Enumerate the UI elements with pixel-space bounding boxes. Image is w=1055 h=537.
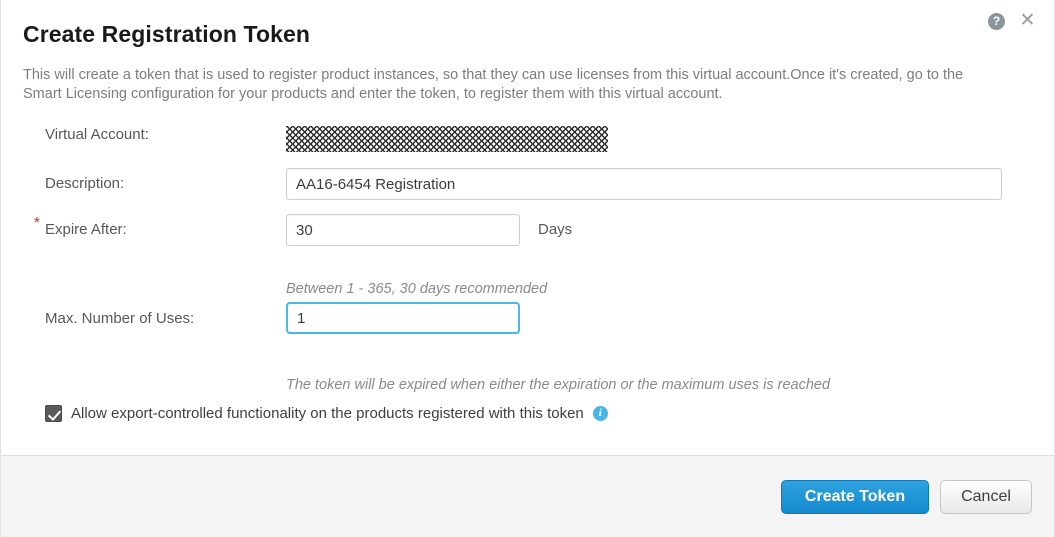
form-row-max-uses: Max. Number of Uses: <box>1 302 1055 358</box>
max-uses-label-cell: Max. Number of Uses: <box>1 302 286 336</box>
dialog-description: This will create a token that is used to… <box>23 66 983 104</box>
max-uses-field <box>286 302 520 334</box>
virtual-account-label-cell: Virtual Account: <box>1 126 286 143</box>
expire-after-hint-field: Between 1 - 365, 30 days recommended <box>286 260 547 298</box>
registration-token-form: Virtual Account: Description: * <box>1 126 1055 396</box>
form-row-expire-after-hint: Between 1 - 365, 30 days recommended <box>1 260 1055 302</box>
export-controlled-checkbox[interactable] <box>45 405 62 422</box>
expire-after-hint: Between 1 - 365, 30 days recommended <box>286 281 547 297</box>
expire-after-label-cell: * Expire After: <box>1 214 286 246</box>
dialog-footer: Create Token Cancel <box>1 455 1054 537</box>
description-field <box>286 168 1002 200</box>
create-registration-token-dialog: ? ✕ Create Registration Token This will … <box>0 0 1055 537</box>
expire-after-label: Expire After: <box>1 214 127 246</box>
required-asterisk: * <box>34 215 40 230</box>
max-uses-label: Max. Number of Uses: <box>1 302 194 336</box>
form-row-description: Description: <box>1 168 1055 214</box>
dialog-body: ? ✕ Create Registration Token This will … <box>1 0 1054 455</box>
export-controlled-row[interactable]: Allow export-controlled functionality on… <box>45 405 608 422</box>
form-row-expire-after: * Expire After: Days <box>1 214 1055 260</box>
description-input[interactable] <box>286 168 1002 200</box>
expire-after-field: Days <box>286 214 572 246</box>
max-uses-input[interactable] <box>286 302 520 334</box>
help-icon[interactable]: ? <box>988 13 1005 30</box>
cancel-button[interactable]: Cancel <box>940 480 1032 514</box>
form-row-max-uses-hint: The token will be expired when either th… <box>1 358 1055 396</box>
page-title: Create Registration Token <box>23 21 310 48</box>
description-label-cell: Description: <box>1 168 286 200</box>
expire-after-unit: Days <box>538 214 572 246</box>
form-row-virtual-account: Virtual Account: <box>1 126 1055 168</box>
close-icon[interactable]: ✕ <box>1019 13 1036 30</box>
export-controlled-label: Allow export-controlled functionality on… <box>71 405 584 422</box>
expire-after-input[interactable] <box>286 214 520 246</box>
info-icon[interactable]: i <box>593 406 608 421</box>
max-uses-hint: The token will be expired when either th… <box>286 377 830 393</box>
create-token-button[interactable]: Create Token <box>781 480 929 514</box>
virtual-account-field <box>286 126 608 152</box>
virtual-account-label: Virtual Account: <box>1 126 149 143</box>
max-uses-hint-field: The token will be expired when either th… <box>286 358 830 394</box>
dialog-corner-icons: ? ✕ <box>988 13 1036 30</box>
virtual-account-redacted-value <box>286 126 608 152</box>
description-label: Description: <box>1 168 124 200</box>
